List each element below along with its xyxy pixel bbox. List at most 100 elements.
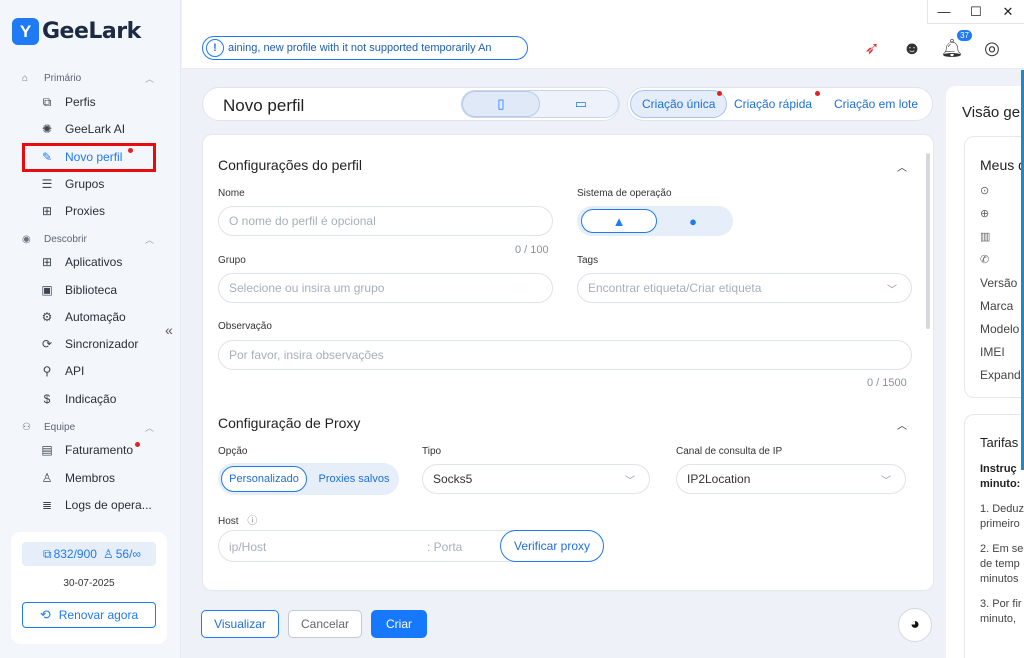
rate-rule: 1. Deduz — [980, 503, 1024, 515]
home-icon: ⌂ — [22, 72, 29, 84]
notice-banner[interactable]: ! aining, new profile with it not suppor… — [202, 36, 528, 60]
bell-icon[interactable]: 🔔︎ 37 — [940, 30, 972, 60]
overview-title: Visão ge — [962, 104, 1021, 121]
cancel-button[interactable]: Cancelar — [288, 610, 362, 638]
chevron-down-icon: ﹀ — [881, 475, 891, 487]
sidebar: Y GeeLark ⌂ Primário ︿ ⧉ Perfis ✺ GeeLar… — [0, 0, 181, 658]
preview-button[interactable]: Visualizar — [201, 610, 279, 638]
sidebar-item-label: API — [65, 364, 85, 378]
sidebar-item-geelark-ai[interactable]: ✺ GeeLark AI — [39, 120, 125, 138]
sidebar-item-perfis[interactable]: ⧉ Perfis — [39, 93, 96, 111]
sidebar-item-faturamento[interactable]: ▤ Faturamento — [39, 441, 133, 459]
host-label: Host — [218, 516, 239, 527]
sidebar-item-sincronizador[interactable]: ⟳ Sincronizador — [39, 335, 138, 353]
logo[interactable]: Y GeeLark — [12, 18, 141, 45]
port-input[interactable]: : Porta — [427, 540, 462, 554]
scrollbar[interactable] — [926, 153, 930, 329]
expand-link[interactable]: Expanda — [980, 368, 1024, 382]
tags-label: Tags — [577, 255, 599, 266]
sidebar-item-membros[interactable]: ♙ Membros — [39, 469, 115, 487]
option-saved-proxies[interactable]: Proxies salvos — [310, 466, 398, 492]
apps-icon: ⊞ — [41, 255, 53, 269]
logo-text: GeeLark — [42, 19, 141, 44]
close-icon[interactable]: ✕ — [992, 0, 1024, 23]
rocket-icon[interactable]: ➶ — [860, 36, 884, 60]
name-input[interactable]: O nome do perfil é opcional — [218, 206, 553, 236]
sidebar-item-label: Biblioteca — [65, 283, 118, 297]
user-icon: ♙ — [41, 471, 53, 485]
robot-icon: ⚙ — [41, 310, 53, 324]
phone-call-icon: ✆ — [980, 254, 990, 266]
option-label: Opção — [218, 446, 248, 457]
rate-rule: minutos — [980, 573, 1019, 585]
sidebar-item-label: Automação — [65, 310, 126, 324]
device-card: Meus d ⊙ ⊕ ▥ ✆ Versão Marca Modelo IMEI … — [964, 136, 1024, 398]
collapse-chevron-icon[interactable]: ︿ — [897, 417, 907, 432]
laptop-icon[interactable]: ▭ — [542, 91, 620, 117]
imei-label: IMEI — [980, 345, 1005, 359]
host-input[interactable]: ip/Host — [229, 540, 266, 554]
ip-channel-select[interactable]: IP2Location ﹀ — [676, 464, 906, 494]
chevron-up-icon: ︿ — [144, 422, 154, 433]
sidebar-item-aplicativos[interactable]: ⊞ Aplicativos — [39, 253, 122, 271]
ai-icon: ✺ — [41, 122, 53, 136]
account-icon[interactable]: ◎ — [980, 36, 1004, 60]
profiles-count: 832/900 — [53, 547, 97, 561]
team-icon: ⚇ — [22, 421, 31, 433]
overview-panel: Visão ge Meus d ⊙ ⊕ ▥ ✆ Versão Marca Mod… — [946, 86, 1024, 658]
members-count: 56/∞ — [115, 547, 141, 561]
tags-placeholder: Encontrar etiqueta/Criar etiqueta — [588, 281, 762, 295]
android-icon[interactable]: ▲ — [581, 209, 657, 233]
proxy-option-toggle: Personalizado Proxies salvos — [218, 463, 399, 495]
minimize-icon[interactable]: — — [928, 0, 960, 23]
sidebar-item-proxies[interactable]: ⊞ Proxies — [39, 202, 105, 220]
section-primario[interactable]: ⌂ Primário ︿ — [22, 71, 154, 85]
proxy-type-select[interactable]: Socks5 ﹀ — [422, 464, 650, 494]
section-equipe[interactable]: ⚇ Equipe ︿ — [22, 420, 154, 434]
rates-title: Tarifas — [980, 435, 1019, 450]
notes-input[interactable]: Por favor, insira observações — [218, 340, 912, 370]
help-icon[interactable]: ⓘ — [247, 516, 257, 527]
host-label-wrap: Host ⓘ — [218, 512, 257, 527]
sidebar-item-label: Grupos — [65, 177, 105, 191]
tab-criacao-rapida[interactable]: Criação rápida — [734, 88, 812, 120]
tags-select[interactable]: Encontrar etiqueta/Criar etiqueta ﹀ — [577, 273, 912, 303]
plan-expiry-date: 30-07-2025 — [63, 578, 115, 589]
preview-eye-icon[interactable]: ◕ — [898, 608, 932, 642]
sidebar-item-indicacao[interactable]: $ Indicação — [39, 390, 117, 408]
section-descobrir[interactable]: ◉ Descobrir ︿ — [22, 232, 154, 246]
sidebar-item-label: Sincronizador — [65, 337, 139, 351]
rate-rule: minuto, — [980, 613, 1017, 625]
logs-icon: ≣ — [41, 498, 53, 512]
location-icon: ⊙ — [980, 185, 990, 197]
maximize-icon[interactable]: ☐ — [960, 0, 992, 23]
tab-criacao-unica[interactable]: Criação única — [630, 90, 728, 118]
rate-rule: primeiro — [980, 518, 1020, 530]
sidebar-item-label: GeeLark AI — [65, 122, 126, 136]
sidebar-item-automacao[interactable]: ⚙ Automação — [39, 308, 126, 326]
group-input[interactable]: Selecione ou insira um grupo — [218, 273, 553, 303]
device-icon: ⧉ — [43, 546, 52, 561]
create-button[interactable]: Criar — [371, 610, 427, 638]
geelark-logo-icon: Y — [12, 18, 39, 45]
sidebar-item-grupos[interactable]: ☰ Grupos — [39, 175, 105, 193]
section-label: Equipe — [44, 421, 76, 433]
collapse-sidebar-icon[interactable]: « — [165, 322, 173, 338]
apple-icon[interactable]: ● — [655, 208, 731, 234]
rate-rule: 3. Por fir — [980, 598, 1022, 610]
phone-icon[interactable]: ▯ — [462, 91, 540, 117]
sidebar-item-biblioteca[interactable]: ▣ Biblioteca — [39, 281, 117, 299]
topbar: ! aining, new profile with it not suppor… — [182, 0, 1024, 69]
chevron-up-icon: ︿ — [144, 73, 154, 84]
verify-proxy-button[interactable]: Verificar proxy — [500, 530, 604, 562]
sidebar-item-api[interactable]: ⚲ API — [39, 362, 85, 380]
sidebar-item-logs[interactable]: ≣ Logs de opera... — [39, 496, 152, 514]
tab-criacao-lote[interactable]: Criação em lote — [834, 88, 918, 120]
profile-config-title: Configurações do perfil — [218, 157, 362, 173]
option-custom[interactable]: Personalizado — [221, 466, 307, 492]
renew-button[interactable]: ⟲ Renovar agora — [22, 602, 156, 628]
collapse-chevron-icon[interactable]: ︿ — [897, 159, 907, 174]
section-label: Primário — [44, 72, 82, 84]
sim-icon: ▥ — [980, 231, 991, 243]
support-icon[interactable]: ☻ — [900, 36, 924, 60]
